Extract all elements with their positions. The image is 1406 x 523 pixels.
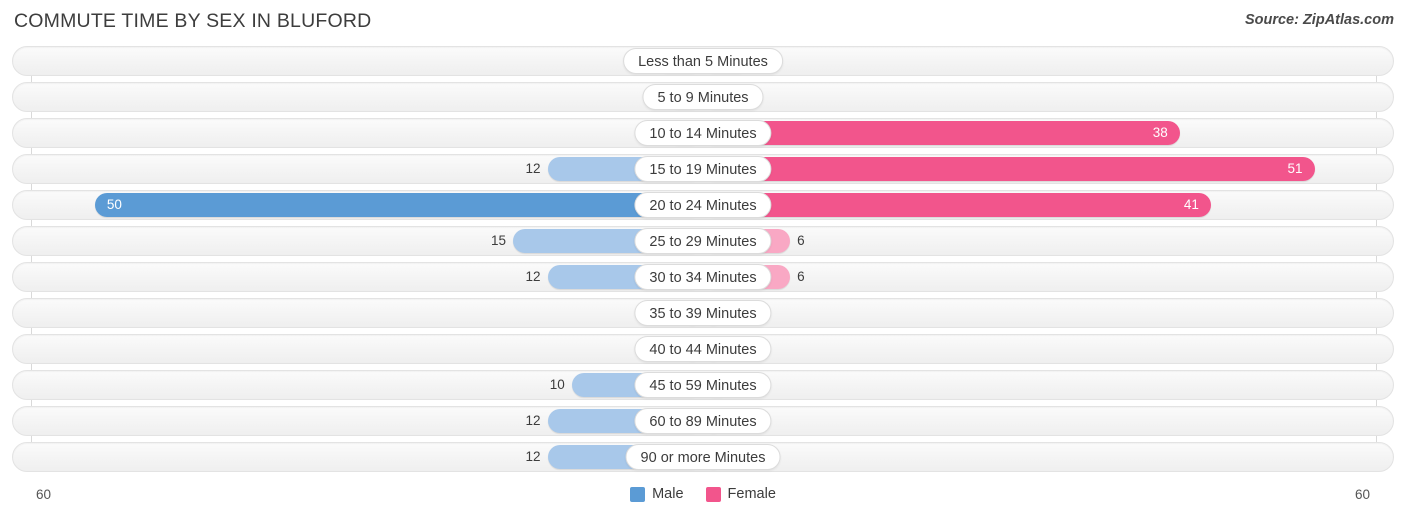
- category-label: 35 to 39 Minutes: [634, 300, 772, 326]
- chart-row: 225 to 9 Minutes: [0, 82, 1406, 112]
- female-value-label: 38: [1152, 125, 1168, 140]
- male-value-label: 15: [490, 233, 506, 248]
- category-label: 15 to 19 Minutes: [634, 156, 772, 182]
- category-label: 60 to 89 Minutes: [634, 408, 772, 434]
- chart-row: 33Less than 5 Minutes: [0, 46, 1406, 76]
- female-value-label: 6: [797, 233, 805, 248]
- male-value-label: 12: [525, 413, 541, 428]
- category-label: 25 to 29 Minutes: [634, 228, 772, 254]
- chart-footer: 60 60 Male Female: [0, 484, 1406, 523]
- male-value-label: 10: [549, 377, 565, 392]
- category-label: Less than 5 Minutes: [623, 48, 783, 74]
- category-label: 30 to 34 Minutes: [634, 264, 772, 290]
- category-label: 10 to 14 Minutes: [634, 120, 772, 146]
- category-label: 40 to 44 Minutes: [634, 336, 772, 362]
- chart-header: COMMUTE TIME BY SEX IN BLUFORD Source: Z…: [0, 0, 1406, 44]
- female-bar[interactable]: 51: [703, 157, 1315, 181]
- chart-row: 50 41 20 to 24 Minutes: [0, 190, 1406, 220]
- category-label: 5 to 9 Minutes: [642, 84, 764, 110]
- legend-label: Male: [652, 486, 684, 502]
- page-title: COMMUTE TIME BY SEX IN BLUFORD: [14, 10, 372, 32]
- legend-item[interactable]: Female: [705, 486, 776, 502]
- chart-row: 12090 or more Minutes: [0, 442, 1406, 472]
- category-label: 20 to 24 Minutes: [634, 192, 772, 218]
- chart-row: 12060 to 89 Minutes: [0, 406, 1406, 436]
- category-label: 45 to 59 Minutes: [634, 372, 772, 398]
- male-value-label: 12: [525, 449, 541, 464]
- chart-row: 12 51 15 to 19 Minutes: [0, 154, 1406, 184]
- female-bar[interactable]: 38: [703, 121, 1180, 145]
- chart-row: 0040 to 44 Minutes: [0, 334, 1406, 364]
- chart-rows: 33Less than 5 Minutes225 to 9 Minutes238…: [0, 46, 1406, 478]
- male-value-label: 50: [106, 197, 122, 212]
- female-value-label: 51: [1287, 161, 1303, 176]
- male-value-label: 12: [525, 269, 541, 284]
- chart-row: 0035 to 39 Minutes: [0, 298, 1406, 328]
- chart-row: 15 6 25 to 29 Minutes: [0, 226, 1406, 256]
- legend-label: Female: [727, 486, 776, 502]
- female-bar[interactable]: 41: [703, 193, 1211, 217]
- chart-plot-area: 33Less than 5 Minutes225 to 9 Minutes238…: [0, 46, 1406, 484]
- chart-row: 12 6 30 to 34 Minutes: [0, 262, 1406, 292]
- female-value-label: 41: [1183, 197, 1199, 212]
- chart-row: 23810 to 14 Minutes: [0, 118, 1406, 148]
- female-value-label: 6: [797, 269, 805, 284]
- male-swatch-icon: [630, 486, 646, 502]
- legend-item[interactable]: Male: [630, 486, 684, 502]
- chart-legend: Male Female: [0, 486, 1406, 502]
- source-attribution: Source: ZipAtlas.com: [1244, 12, 1394, 28]
- category-label: 90 or more Minutes: [625, 444, 781, 470]
- male-value-label: 12: [525, 161, 541, 176]
- chart-row: 10145 to 59 Minutes: [0, 370, 1406, 400]
- female-swatch-icon: [705, 486, 721, 502]
- male-bar[interactable]: 50: [94, 193, 703, 217]
